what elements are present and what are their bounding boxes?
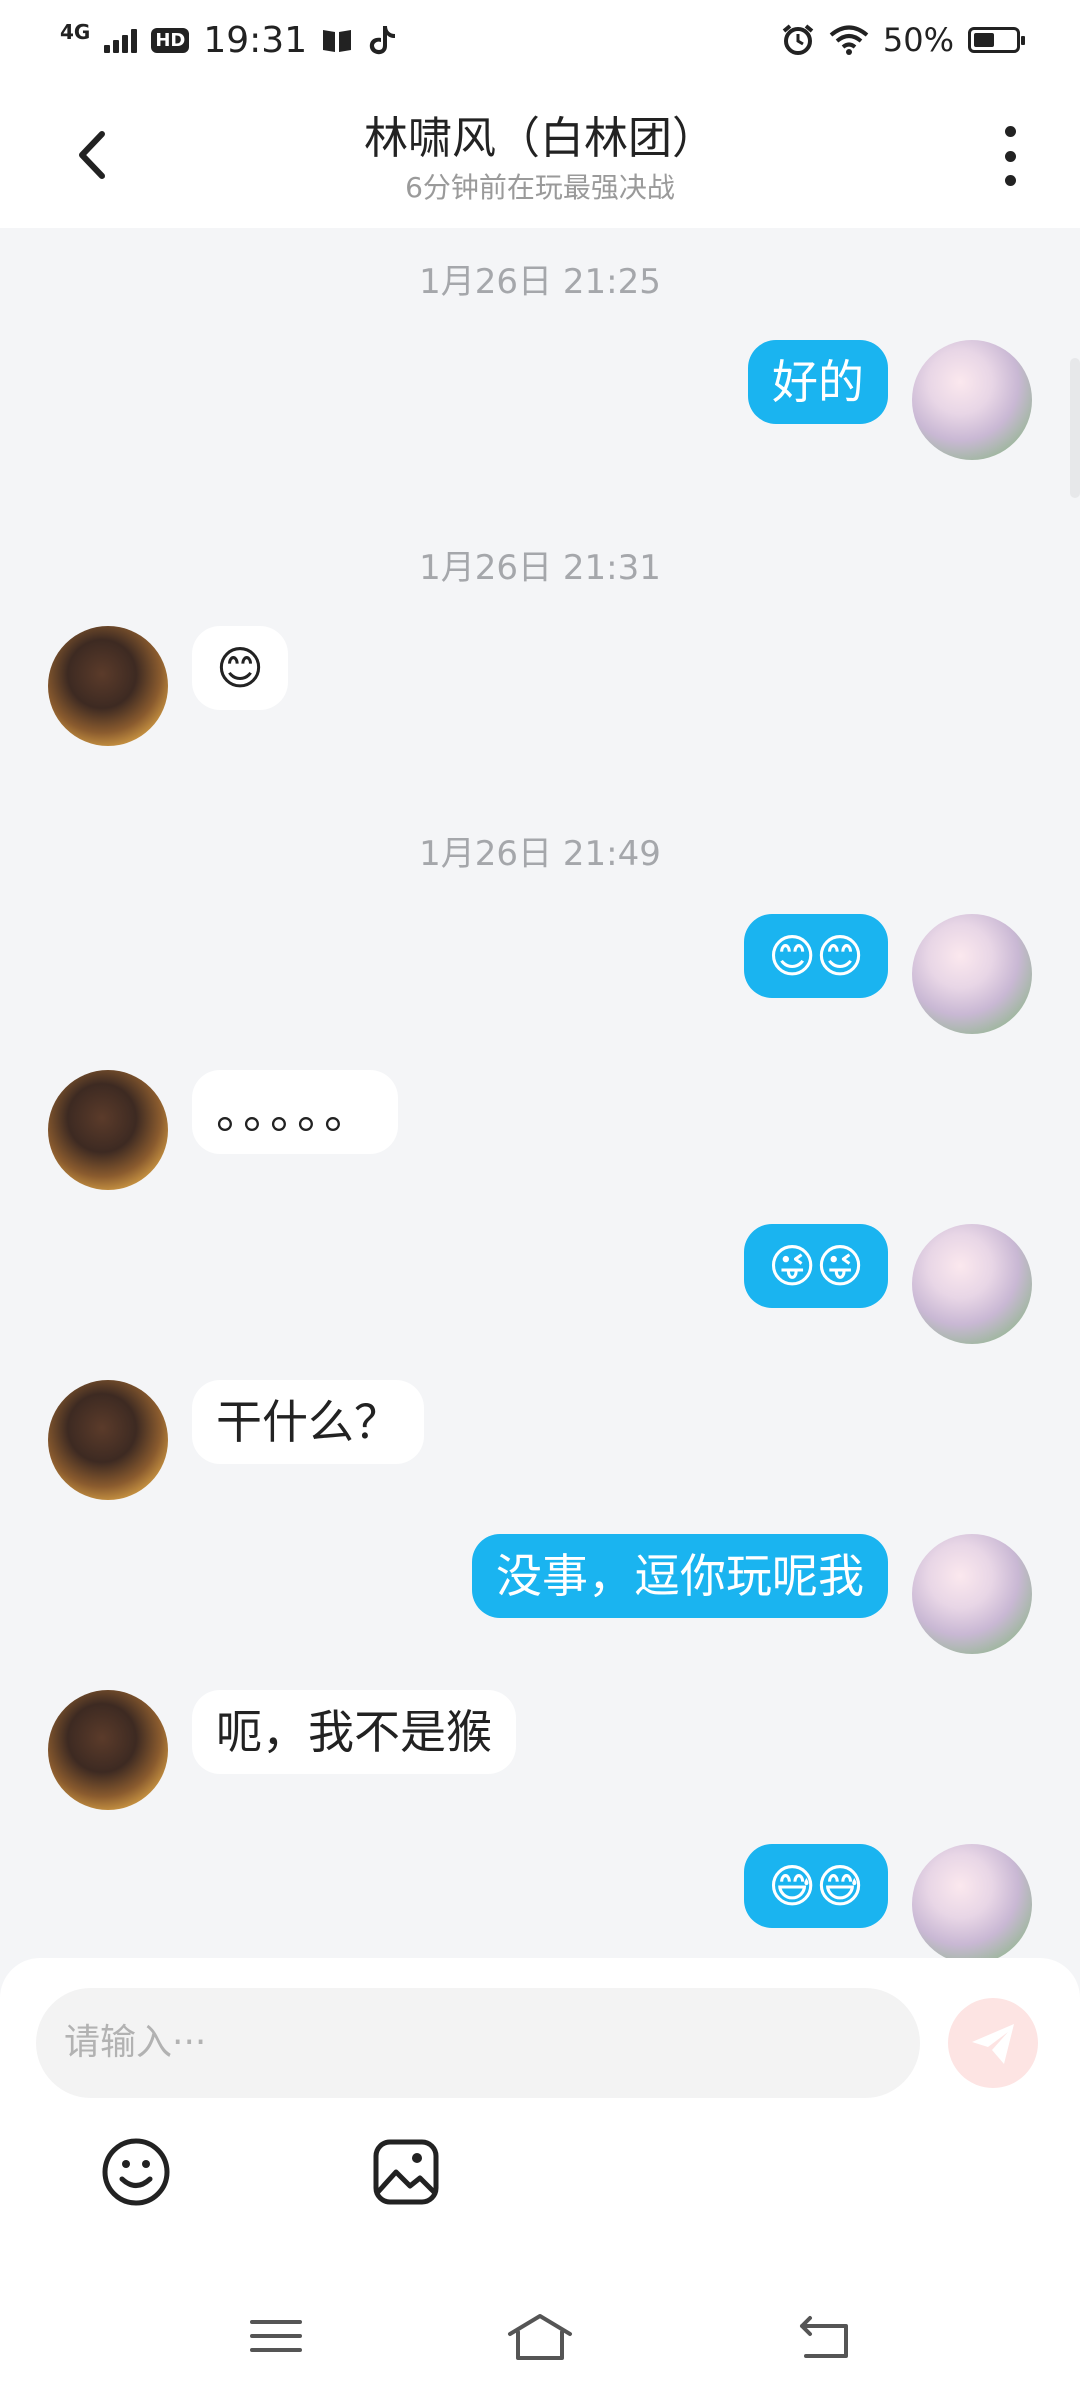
home-icon [508, 2314, 572, 2360]
message-list[interactable]: 1月26日 21:25 好的 1月26日 21:31 😊 1月26日 21:49… [0, 228, 1080, 1964]
battery-icon [968, 27, 1025, 53]
menu-icon [250, 2320, 302, 2352]
timestamp: 1月26日 21:49 [419, 834, 661, 874]
message-bubble-out[interactable]: 😜😜 [744, 1224, 888, 1308]
image-icon [373, 2139, 439, 2205]
message-input[interactable]: 请输入··· [36, 1988, 920, 2098]
scrollbar[interactable] [1070, 358, 1080, 498]
avatar[interactable] [912, 1844, 1032, 1964]
back-icon [800, 2316, 848, 2358]
smiley-icon [102, 2138, 170, 2206]
alarm-icon [782, 24, 814, 55]
send-icon [972, 2024, 1014, 2064]
status-right: 50% [781, 14, 1025, 66]
message-bubble-out[interactable]: 好的 [748, 340, 888, 424]
network-type: 4G [60, 20, 91, 44]
status-left: 4G HD 19:31 [60, 14, 397, 66]
more-dot [1004, 175, 1016, 186]
avatar[interactable] [912, 914, 1032, 1034]
hd-badge: HD [151, 27, 190, 53]
avatar[interactable] [912, 340, 1032, 460]
contact-status: 6分钟前在玩最强决战 [405, 171, 675, 204]
battery-level [974, 33, 994, 47]
chat-header: 林啸风（白林团） 6分钟前在玩最强决战 [0, 80, 1080, 228]
book-icon [323, 30, 352, 52]
status-bar: 4G HD 19:31 50% [0, 0, 1080, 80]
avatar[interactable] [912, 1224, 1032, 1344]
image-button[interactable] [370, 2136, 442, 2208]
timestamp: 1月26日 21:31 [419, 548, 661, 588]
signal-icon [104, 27, 138, 53]
avatar[interactable] [48, 1070, 168, 1190]
message-bubble-in[interactable]: 。。。。。 [192, 1070, 398, 1154]
avatar[interactable] [48, 626, 168, 746]
battery-percent: 50% [882, 21, 954, 59]
message-bubble-in[interactable]: 干什么？ [192, 1380, 424, 1464]
emoji-button[interactable] [100, 2136, 172, 2208]
more-options-button[interactable] [990, 126, 1030, 186]
wifi-icon [829, 25, 869, 55]
more-dot [1004, 150, 1016, 162]
status-time: 19:31 [203, 19, 308, 61]
message-bubble-out[interactable]: 没事，逗你玩呢我 [472, 1534, 888, 1618]
timestamp: 1月26日 21:25 [419, 262, 661, 302]
home-button[interactable] [504, 2308, 572, 2364]
message-bubble-in[interactable]: 😊 [192, 626, 288, 710]
system-nav-bar [0, 2280, 1080, 2400]
avatar[interactable] [48, 1690, 168, 1810]
avatar[interactable] [912, 1534, 1032, 1654]
message-bubble-out[interactable]: 😊😊 [744, 914, 888, 998]
system-back-button[interactable] [792, 2308, 856, 2364]
recent-apps-button[interactable] [244, 2308, 308, 2364]
message-bubble-out[interactable]: 😅😅 [744, 1844, 888, 1928]
send-button[interactable] [948, 1998, 1038, 2088]
message-bubble-in[interactable]: 呃，我不是猴 [192, 1690, 516, 1774]
tiktok-icon [369, 26, 396, 55]
contact-name: 林啸风（白林团） [364, 113, 716, 164]
avatar[interactable] [48, 1380, 168, 1500]
more-dot [1004, 126, 1016, 137]
